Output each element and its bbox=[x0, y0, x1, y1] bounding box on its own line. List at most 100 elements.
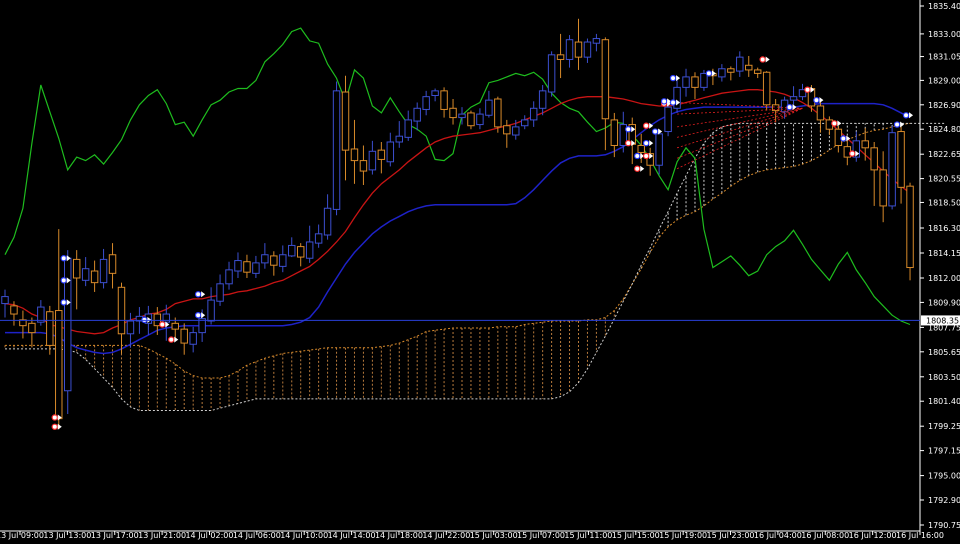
candle-body bbox=[270, 255, 278, 266]
buy-signal-dot bbox=[669, 74, 677, 82]
time-tick-label: 14 Jul 14:00 bbox=[328, 531, 376, 540]
buy-signal-dot bbox=[141, 316, 148, 324]
price-tick-label: 1805.65 bbox=[928, 348, 960, 357]
candle-body bbox=[574, 41, 583, 58]
candle-body bbox=[682, 76, 690, 88]
sell-signal-dot bbox=[831, 120, 838, 127]
time-tick-label: 14 Jul 06:00 bbox=[233, 531, 281, 540]
candle-body bbox=[243, 261, 251, 273]
candle-body bbox=[81, 268, 90, 281]
candle-body bbox=[547, 54, 556, 93]
candle-body bbox=[72, 258, 81, 279]
candle-body bbox=[583, 41, 592, 58]
time-tick-label: 15 Jul 23:00 bbox=[707, 531, 755, 540]
candle-body bbox=[46, 311, 54, 346]
price-tick-label: 1829.00 bbox=[928, 76, 960, 85]
sell-signal-dot bbox=[804, 86, 811, 93]
candle-body bbox=[288, 244, 296, 257]
sell-signal-dot bbox=[168, 336, 175, 343]
candle-body bbox=[386, 141, 395, 163]
candle-body bbox=[99, 258, 108, 284]
candle-body bbox=[906, 185, 914, 269]
buy-signal-dot bbox=[902, 112, 910, 119]
candle-body bbox=[700, 72, 708, 88]
candle-body bbox=[180, 328, 188, 344]
time-tick-label: 16 Jul 08:00 bbox=[801, 531, 849, 540]
buy-signal-dot bbox=[651, 128, 659, 135]
time-tick-label: 15 Jul 03:00 bbox=[470, 531, 518, 540]
buy-signal-dot bbox=[634, 152, 641, 160]
current-price-label: 1808.35 bbox=[926, 316, 959, 325]
candle-body bbox=[727, 68, 735, 73]
candle-body bbox=[431, 90, 439, 97]
candle-body bbox=[216, 283, 224, 302]
candle-body bbox=[413, 107, 421, 122]
candle-body bbox=[350, 148, 359, 162]
candle-body bbox=[718, 68, 726, 78]
candle-body bbox=[494, 98, 502, 128]
candle-body bbox=[592, 38, 601, 44]
candle-body bbox=[879, 169, 887, 207]
time-tick-label: 15 Jul 07:00 bbox=[517, 531, 565, 540]
price-tick-label: 1826.90 bbox=[928, 101, 960, 110]
candle-body bbox=[691, 76, 699, 88]
price-tick-label: 1835.40 bbox=[928, 2, 960, 11]
candle-body bbox=[1, 296, 9, 305]
buy-signal-dot bbox=[194, 311, 202, 319]
price-tick-label: 1797.15 bbox=[928, 447, 960, 456]
price-tick-label: 1799.25 bbox=[928, 422, 960, 431]
sell-signal-dot bbox=[625, 139, 632, 147]
price-tick-label: 1816.30 bbox=[928, 224, 960, 233]
candle-body bbox=[261, 254, 269, 264]
candle-body bbox=[126, 320, 135, 335]
sell-signal-dot bbox=[51, 414, 58, 421]
time-tick-label: 16 Jul 16:00 bbox=[896, 531, 944, 540]
chart-area[interactable]: 1835.40 1833.00 1831.05 1829.00 1826.90 1824.… bbox=[0, 0, 960, 540]
candle-body bbox=[664, 106, 672, 133]
candle-body bbox=[601, 39, 610, 120]
candle-body bbox=[252, 262, 260, 274]
candle-body bbox=[108, 254, 117, 274]
buy-signal-dot bbox=[669, 99, 677, 106]
candle-body bbox=[736, 56, 744, 72]
candle-body bbox=[225, 269, 233, 285]
price-tick-label: 1818.50 bbox=[928, 198, 960, 207]
time-tick-label: 14 Jul 10:00 bbox=[280, 531, 328, 540]
candle-body bbox=[512, 126, 520, 136]
price-tick-label: 1795.00 bbox=[928, 472, 960, 481]
sell-signal-dot bbox=[642, 122, 650, 129]
buy-signal-dot bbox=[705, 70, 713, 77]
sell-signal-dot bbox=[642, 152, 650, 160]
price-tick-label: 1803.50 bbox=[928, 373, 960, 382]
candle-body bbox=[467, 112, 475, 127]
candle-body bbox=[296, 246, 305, 258]
price-tick-label: 1790.75 bbox=[928, 521, 960, 530]
buy-signal-dot bbox=[660, 98, 668, 105]
candlestick-chart[interactable]: 1835.40 1833.00 1831.05 1829.00 1826.90 1824.… bbox=[0, 0, 960, 540]
candle-body bbox=[55, 310, 63, 420]
candle-body bbox=[816, 105, 825, 121]
candle-body bbox=[314, 233, 323, 244]
candle-body bbox=[37, 306, 45, 323]
candle-body bbox=[556, 54, 565, 60]
candle-body bbox=[637, 144, 645, 153]
candle-body bbox=[476, 113, 484, 126]
candle-body bbox=[458, 113, 466, 119]
candle-body bbox=[789, 96, 798, 101]
time-axis: 13 Jul 09:00 13 Jul 13:00 13 Jul 17:00 13 J… bbox=[0, 531, 944, 540]
price-tick-label: 1822.65 bbox=[928, 150, 960, 159]
price-tick-label: 1824.80 bbox=[928, 125, 960, 134]
candle-body bbox=[762, 71, 771, 106]
time-tick-label: 15 Jul 15:00 bbox=[612, 531, 660, 540]
candle-body bbox=[503, 125, 511, 135]
price-tick-label: 1809.90 bbox=[928, 298, 960, 307]
candle-body bbox=[377, 149, 386, 160]
candle-body bbox=[234, 260, 242, 272]
candle-body bbox=[189, 332, 197, 345]
candle-body bbox=[610, 119, 619, 146]
candle-body bbox=[10, 305, 18, 315]
price-tick-label: 1820.55 bbox=[928, 175, 960, 184]
candle-body bbox=[162, 313, 171, 323]
buy-signal-dot bbox=[642, 139, 650, 147]
price-tick-label: 1792.90 bbox=[928, 496, 960, 505]
